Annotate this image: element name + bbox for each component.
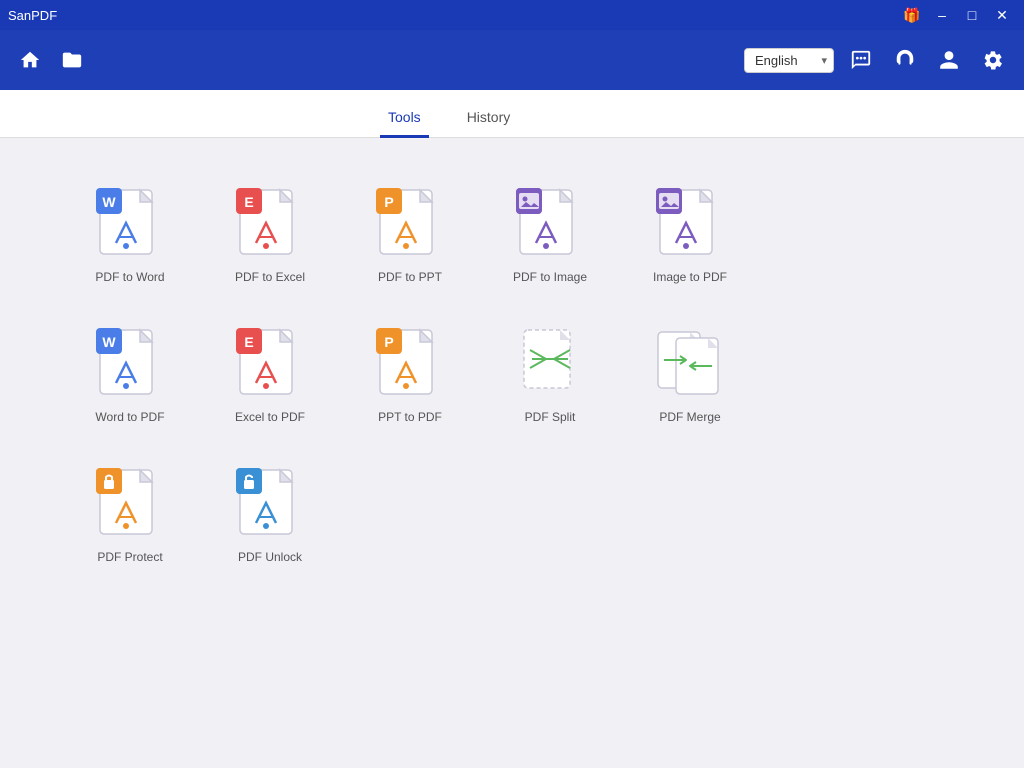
tool-item-pdf-unlock[interactable]: PDF Unlock [200, 448, 340, 578]
tools-grid: W PDF to Word E PDF to Excel [60, 168, 964, 588]
tool-label-pdf-protect: PDF Protect [97, 550, 162, 564]
close-button[interactable]: ✕ [988, 4, 1016, 26]
titlebar: SanPDF 🎁 – □ ✕ [0, 0, 1024, 30]
tool-svg-pdf-merge [656, 328, 724, 408]
toolbar: English 中文 Français Deutsch [0, 30, 1024, 90]
tool-label-word-to-pdf: Word to PDF [95, 410, 164, 424]
tool-svg-pdf-to-word: W [96, 188, 164, 268]
tool-item-pdf-protect[interactable]: PDF Protect [60, 448, 200, 578]
svg-text:E: E [244, 194, 253, 210]
tool-label-pdf-merge: PDF Merge [659, 410, 720, 424]
svg-text:W: W [102, 194, 116, 210]
gift-button[interactable]: 🎁 [898, 4, 926, 26]
svg-text:P: P [384, 334, 393, 350]
folder-icon [61, 49, 83, 71]
tool-label-excel-to-pdf: Excel to PDF [235, 410, 305, 424]
tab-history[interactable]: History [459, 99, 519, 138]
minimize-button[interactable]: – [928, 4, 956, 26]
tool-row-2: PDF Protect PDF Unlock [60, 448, 964, 578]
tool-row-1: W Word to PDF E Excel to PDF [60, 308, 964, 438]
tool-svg-pdf-to-image [516, 188, 584, 268]
tool-label-ppt-to-pdf: PPT to PDF [378, 410, 442, 424]
tool-label-pdf-to-word: PDF to Word [95, 270, 164, 284]
tool-svg-ppt-to-pdf: P [376, 328, 444, 408]
svg-text:W: W [102, 334, 116, 350]
main-content: W PDF to Word E PDF to Excel [0, 138, 1024, 768]
tool-svg-image-to-pdf [656, 188, 724, 268]
tool-row-0: W PDF to Word E PDF to Excel [60, 168, 964, 298]
chat-button[interactable] [844, 43, 878, 77]
window-controls: 🎁 – □ ✕ [898, 4, 1016, 26]
account-icon [938, 49, 960, 71]
tool-item-word-to-pdf[interactable]: W Word to PDF [60, 308, 200, 438]
tool-item-pdf-to-word[interactable]: W PDF to Word [60, 168, 200, 298]
tool-item-image-to-pdf[interactable]: Image to PDF [620, 168, 760, 298]
svg-text:E: E [244, 334, 253, 350]
svg-text:P: P [384, 194, 393, 210]
tool-label-image-to-pdf: Image to PDF [653, 270, 727, 284]
tool-item-excel-to-pdf[interactable]: E Excel to PDF [200, 308, 340, 438]
settings-button[interactable] [976, 43, 1010, 77]
tool-label-pdf-to-image: PDF to Image [513, 270, 587, 284]
tool-label-pdf-split: PDF Split [525, 410, 576, 424]
tool-svg-pdf-split [516, 328, 584, 408]
language-select[interactable]: English 中文 Français Deutsch [744, 48, 834, 73]
tool-label-pdf-to-excel: PDF to Excel [235, 270, 305, 284]
open-folder-button[interactable] [56, 44, 88, 76]
tool-svg-word-to-pdf: W [96, 328, 164, 408]
gear-icon [982, 49, 1004, 71]
tool-svg-pdf-to-ppt: P [376, 188, 444, 268]
tool-item-pdf-to-image[interactable]: PDF to Image [480, 168, 620, 298]
home-icon [19, 49, 41, 71]
tool-item-pdf-to-ppt[interactable]: P PDF to PPT [340, 168, 480, 298]
tool-svg-pdf-to-excel: E [236, 188, 304, 268]
app-title: SanPDF [8, 8, 57, 23]
language-selector-wrapper: English 中文 Français Deutsch [744, 48, 834, 73]
tab-tools[interactable]: Tools [380, 99, 429, 138]
home-button[interactable] [14, 44, 46, 76]
account-button[interactable] [932, 43, 966, 77]
tool-item-pdf-split[interactable]: PDF Split [480, 308, 620, 438]
tool-item-pdf-merge[interactable]: PDF Merge [620, 308, 760, 438]
tool-svg-pdf-unlock [236, 468, 304, 548]
tool-svg-excel-to-pdf: E [236, 328, 304, 408]
tab-bar: Tools History [0, 90, 1024, 138]
chat-icon [850, 49, 872, 71]
headset-button[interactable] [888, 43, 922, 77]
tool-item-ppt-to-pdf[interactable]: P PPT to PDF [340, 308, 480, 438]
tool-item-pdf-to-excel[interactable]: E PDF to Excel [200, 168, 340, 298]
headset-icon [894, 49, 916, 71]
tool-svg-pdf-protect [96, 468, 164, 548]
tool-label-pdf-unlock: PDF Unlock [238, 550, 302, 564]
maximize-button[interactable]: □ [958, 4, 986, 26]
tool-label-pdf-to-ppt: PDF to PPT [378, 270, 442, 284]
